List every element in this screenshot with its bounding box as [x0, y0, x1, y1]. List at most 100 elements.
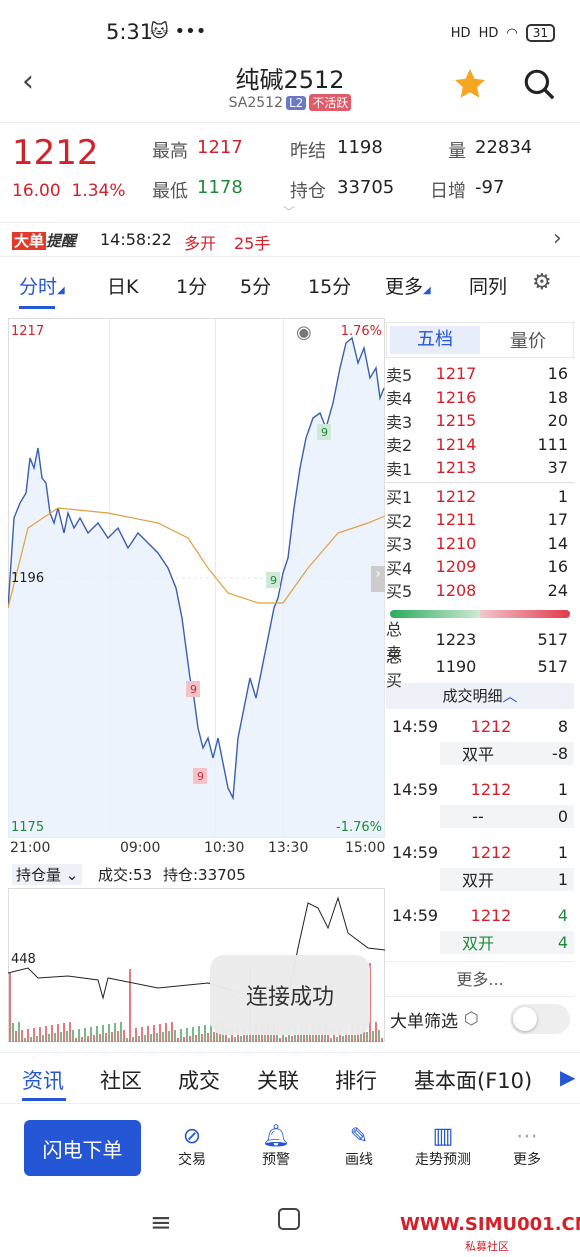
trade-qty: 8: [557, 717, 568, 737]
x-label: 10:30: [204, 840, 245, 856]
scroll-right-icon[interactable]: ▶: [560, 1065, 575, 1089]
volume-label: 量: [448, 141, 466, 162]
ask-price: 1214: [435, 434, 477, 454]
tab-related[interactable]: 关联: [257, 1065, 299, 1095]
bell-icon: 🔔︎: [262, 1124, 290, 1149]
trade-icon: ⊘: [182, 1124, 202, 1149]
filter-toggle[interactable]: [510, 1004, 570, 1034]
divider: [386, 481, 574, 483]
detail-header-label: 成交明细: [442, 687, 503, 705]
bid-price: 1210: [435, 533, 477, 553]
big-order-alert[interactable]: 大单 提醒 14:58:22 多开 25手 ›: [0, 222, 580, 257]
bid-price: 1212: [435, 486, 477, 506]
bid-price: 1211: [435, 510, 477, 530]
gear-icon[interactable]: ⚙: [532, 270, 552, 295]
bid-row: 买4 1209 16: [386, 555, 574, 579]
tab-fundamentals[interactable]: 基本面(F10): [414, 1065, 532, 1095]
tab-volume-price[interactable]: 量价: [483, 327, 573, 353]
trade-button[interactable]: ⊘ 交易: [170, 1124, 214, 1169]
x-label: 21:00: [10, 840, 51, 856]
buy-sell-ratio-bar: [390, 610, 570, 618]
bid-label: 买5: [386, 582, 413, 602]
indicator-selector[interactable]: 持仓量 ⌄: [12, 864, 83, 885]
tab-label: 分时: [19, 276, 58, 298]
bid-vol: 14: [547, 533, 568, 553]
daily-increase-label: 日增: [430, 181, 466, 202]
signal-marker-label: 9: [197, 770, 204, 783]
bid-row: 买3 1210 14: [386, 532, 574, 556]
tab-daily-k[interactable]: 日K: [107, 272, 138, 299]
ask-vol: 20: [547, 411, 568, 431]
wifi-icon: ◠: [506, 25, 518, 41]
ask-vol: 37: [547, 458, 568, 478]
trade-price: 1212: [470, 780, 512, 800]
ask-label: 卖1: [386, 459, 413, 479]
total-buy-vol: 517: [537, 657, 568, 676]
action-label: 交易: [178, 1152, 206, 1168]
last-price: 1212: [12, 133, 99, 173]
price-area: [8, 338, 385, 838]
watermark-url: WWW.SIMU001.CN: [400, 1214, 580, 1235]
bid-price: 1209: [435, 557, 477, 577]
menu-icon[interactable]: ≡: [150, 1208, 172, 1238]
tab-ranking[interactable]: 排行: [335, 1065, 377, 1095]
bid-row: 买1 1212 1: [386, 485, 574, 509]
trade-time: 14:59: [392, 843, 439, 863]
chart-tabs: 分时◢ 日K 1分 5分 15分 更多◢ 同列 ⚙: [0, 262, 580, 312]
tab-same-column[interactable]: 同列: [469, 272, 507, 299]
bid-vol: 17: [547, 510, 568, 530]
pen-icon: ✎: [349, 1124, 369, 1149]
tab-news[interactable]: 资讯: [22, 1065, 64, 1095]
big-order-filter-row: 大单筛选 ⬡: [386, 997, 574, 1041]
trade-item: 14:59 1212 8 双平 -8: [386, 709, 574, 772]
ask-price: 1215: [435, 411, 477, 431]
volume-value: 22834: [475, 137, 533, 158]
order-book: 五档 量价 卖5 1217 16 卖4 1216 18 卖3 1215 20 卖2 1214 111 卖…: [386, 322, 574, 1041]
expand-chevron-icon[interactable]: ﹀: [283, 203, 295, 220]
bid-row: 买2 1211 17: [386, 508, 574, 532]
open-interest-label: 持仓: [290, 181, 326, 202]
intraday-chart[interactable]: 9 9 9 9 1217 1.76% 1196 1175 -1.76% ◉ › 21:…: [7, 318, 385, 858]
tab-five-level[interactable]: 五档: [390, 326, 480, 354]
more-trades-link[interactable]: 更多...: [386, 961, 574, 997]
ask-list: 卖5 1217 16 卖4 1216 18 卖3 1215 20 卖2 1214 111 卖1 1213 3…: [386, 362, 574, 480]
tab-1min[interactable]: 1分: [176, 272, 207, 299]
ask-row: 卖1 1213 37: [386, 456, 574, 480]
flash-order-button[interactable]: 闪电下单: [24, 1120, 141, 1176]
price-change: 16.00 1.34%: [12, 181, 126, 201]
change-pct: 1.34%: [71, 181, 126, 201]
pct-top-label: 1.76%: [340, 324, 382, 339]
signal-marker-label: 9: [321, 426, 328, 439]
volume-panel-header: 持仓量 ⌄ 成交:53 持仓:33705: [8, 862, 385, 888]
hexagon-settings-icon[interactable]: ⬡: [464, 1009, 479, 1029]
tab-community[interactable]: 社区: [100, 1065, 142, 1095]
selector-label: 持仓量: [16, 866, 62, 884]
tab-15min[interactable]: 15分: [308, 272, 351, 299]
action-label: 预警: [262, 1152, 290, 1168]
ask-label: 卖2: [386, 436, 413, 456]
draw-line-button[interactable]: ✎ 画线: [337, 1124, 381, 1169]
trend-forecast-button[interactable]: ▥ 走势预测: [408, 1124, 478, 1169]
more-button[interactable]: ⋯ 更多: [505, 1124, 549, 1169]
star-icon[interactable]: [452, 66, 488, 106]
total-buy-row: 总买 1190 517: [386, 647, 574, 690]
bid-row: 买5 1208 24: [386, 579, 574, 603]
home-icon[interactable]: [278, 1208, 300, 1230]
trade-qty: 1: [557, 780, 568, 800]
more-dots-icon: ⋯: [516, 1124, 538, 1149]
eye-icon[interactable]: ◉: [296, 322, 312, 343]
trade-item: 14:59 1212 4 双开 4: [386, 898, 574, 961]
trade-oi: 1: [557, 869, 568, 889]
alert-button[interactable]: 🔔︎ 预警: [254, 1124, 298, 1169]
tab-trades[interactable]: 成交: [178, 1065, 220, 1095]
tab-more[interactable]: 更多◢: [385, 272, 431, 299]
tab-intraday[interactable]: 分时◢: [19, 272, 65, 309]
bid-label: 买2: [386, 511, 413, 531]
trade-time: 14:59: [392, 717, 439, 737]
expand-side-icon[interactable]: ›: [371, 566, 385, 592]
action-bar: 闪电下单 ⊘ 交易 🔔︎ 预警 ✎ 画线 ▥ 走势预测 ⋯ 更多: [0, 1108, 580, 1196]
tab-5min[interactable]: 5分: [240, 272, 271, 299]
prev-settle-label: 昨结: [290, 141, 326, 162]
search-icon[interactable]: [522, 67, 556, 105]
high-label: 最高: [152, 141, 188, 162]
